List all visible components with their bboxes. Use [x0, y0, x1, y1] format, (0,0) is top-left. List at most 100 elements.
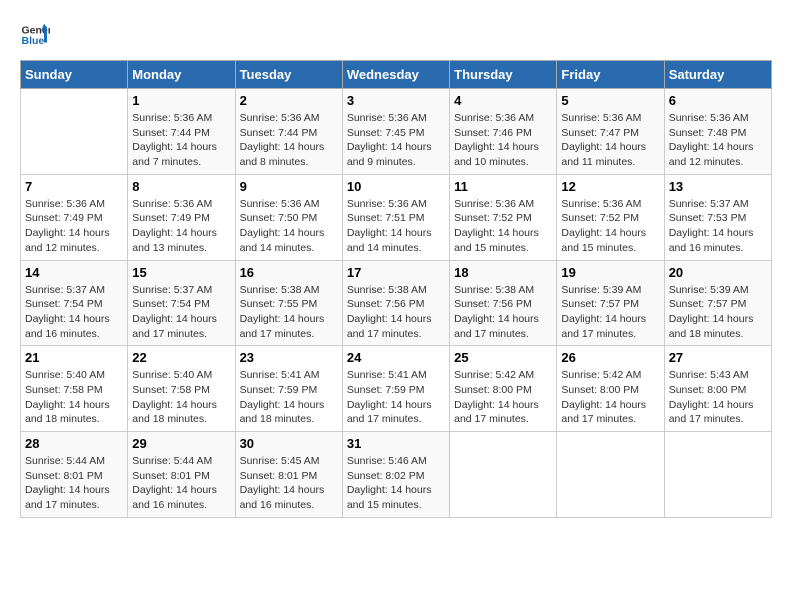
calendar-cell: 18 Sunrise: 5:38 AMSunset: 7:56 PMDayligh…	[450, 260, 557, 346]
calendar-cell: 21Sunrise: 5:40 AMSunset: 7:58 PMDayligh…	[21, 346, 128, 432]
calendar-cell: 19 Sunrise: 5:39 AMSunset: 7:57 PMDayligh…	[557, 260, 664, 346]
calendar-cell: 7 Sunrise: 5:36 AMSunset: 7:49 PMDaylight…	[21, 174, 128, 260]
calendar-cell: 4 Sunrise: 5:36 AMSunset: 7:46 PMDaylight…	[450, 89, 557, 175]
calendar-cell: 13 Sunrise: 5:37 AMSunset: 7:53 PMDayligh…	[664, 174, 771, 260]
day-number: 15	[132, 265, 230, 280]
weekday-header-friday: Friday	[557, 61, 664, 89]
calendar-cell: 14 Sunrise: 5:37 AMSunset: 7:54 PMDayligh…	[21, 260, 128, 346]
weekday-header-tuesday: Tuesday	[235, 61, 342, 89]
day-number: 26	[561, 350, 659, 365]
day-info: Sunrise: 5:39 AMSunset: 7:57 PMDaylight:…	[669, 283, 767, 342]
day-number: 14	[25, 265, 123, 280]
calendar-cell: 1 Sunrise: 5:36 AMSunset: 7:44 PMDaylight…	[128, 89, 235, 175]
calendar-cell: 23 Sunrise: 5:41 AMSunset: 7:59 PMDayligh…	[235, 346, 342, 432]
weekday-header-row: SundayMondayTuesdayWednesdayThursdayFrid…	[21, 61, 772, 89]
calendar-table: SundayMondayTuesdayWednesdayThursdayFrid…	[20, 60, 772, 518]
day-number: 6	[669, 93, 767, 108]
calendar-cell: 3 Sunrise: 5:36 AMSunset: 7:45 PMDaylight…	[342, 89, 449, 175]
day-number: 29	[132, 436, 230, 451]
weekday-header-monday: Monday	[128, 61, 235, 89]
day-number: 3	[347, 93, 445, 108]
calendar-cell: 8 Sunrise: 5:36 AMSunset: 7:49 PMDaylight…	[128, 174, 235, 260]
day-number: 24	[347, 350, 445, 365]
day-number: 13	[669, 179, 767, 194]
day-info: Sunrise: 5:36 AMSunset: 7:52 PMDaylight:…	[561, 197, 659, 256]
day-info: Sunrise: 5:37 AMSunset: 7:53 PMDaylight:…	[669, 197, 767, 256]
calendar-cell	[21, 89, 128, 175]
day-info: Sunrise: 5:40 AMSunset: 7:58 PMDaylight:…	[132, 368, 230, 427]
day-info: Sunrise: 5:37 AMSunset: 7:54 PMDaylight:…	[25, 283, 123, 342]
day-number: 1	[132, 93, 230, 108]
logo-icon: General Blue	[20, 20, 50, 50]
calendar-cell: 12 Sunrise: 5:36 AMSunset: 7:52 PMDayligh…	[557, 174, 664, 260]
calendar-cell: 17 Sunrise: 5:38 AMSunset: 7:56 PMDayligh…	[342, 260, 449, 346]
weekday-header-saturday: Saturday	[664, 61, 771, 89]
day-info: Sunrise: 5:36 AMSunset: 7:48 PMDaylight:…	[669, 111, 767, 170]
day-number: 5	[561, 93, 659, 108]
day-info: Sunrise: 5:36 AMSunset: 7:46 PMDaylight:…	[454, 111, 552, 170]
day-info: Sunrise: 5:36 AMSunset: 7:51 PMDaylight:…	[347, 197, 445, 256]
calendar-cell: 10 Sunrise: 5:36 AMSunset: 7:51 PMDayligh…	[342, 174, 449, 260]
day-number: 9	[240, 179, 338, 194]
day-number: 22	[132, 350, 230, 365]
day-number: 17	[347, 265, 445, 280]
calendar-cell: 28Sunrise: 5:44 AMSunset: 8:01 PMDayligh…	[21, 432, 128, 518]
day-number: 28	[25, 436, 123, 451]
calendar-body: 1 Sunrise: 5:36 AMSunset: 7:44 PMDaylight…	[21, 89, 772, 518]
calendar-header: SundayMondayTuesdayWednesdayThursdayFrid…	[21, 61, 772, 89]
day-number: 23	[240, 350, 338, 365]
calendar-cell: 25 Sunrise: 5:42 AMSunset: 8:00 PMDayligh…	[450, 346, 557, 432]
calendar-week-row: 1 Sunrise: 5:36 AMSunset: 7:44 PMDaylight…	[21, 89, 772, 175]
day-info: Sunrise: 5:39 AMSunset: 7:57 PMDaylight:…	[561, 283, 659, 342]
calendar-cell	[664, 432, 771, 518]
day-number: 7	[25, 179, 123, 194]
day-info: Sunrise: 5:36 AMSunset: 7:44 PMDaylight:…	[132, 111, 230, 170]
calendar-cell: 5 Sunrise: 5:36 AMSunset: 7:47 PMDaylight…	[557, 89, 664, 175]
day-info: Sunrise: 5:41 AMSunset: 7:59 PMDaylight:…	[347, 368, 445, 427]
day-info: Sunrise: 5:38 AMSunset: 7:56 PMDaylight:…	[347, 283, 445, 342]
day-number: 31	[347, 436, 445, 451]
day-info: Sunrise: 5:38 AMSunset: 7:56 PMDaylight:…	[454, 283, 552, 342]
day-info: Sunrise: 5:42 AMSunset: 8:00 PMDaylight:…	[454, 368, 552, 427]
calendar-cell: 26 Sunrise: 5:42 AMSunset: 8:00 PMDayligh…	[557, 346, 664, 432]
calendar-cell: 31Sunrise: 5:46 AMSunset: 8:02 PMDayligh…	[342, 432, 449, 518]
day-info: Sunrise: 5:36 AMSunset: 7:45 PMDaylight:…	[347, 111, 445, 170]
day-info: Sunrise: 5:36 AMSunset: 7:44 PMDaylight:…	[240, 111, 338, 170]
calendar-week-row: 14 Sunrise: 5:37 AMSunset: 7:54 PMDayligh…	[21, 260, 772, 346]
day-number: 25	[454, 350, 552, 365]
calendar-cell: 16Sunrise: 5:38 AMSunset: 7:55 PMDayligh…	[235, 260, 342, 346]
day-number: 19	[561, 265, 659, 280]
weekday-header-wednesday: Wednesday	[342, 61, 449, 89]
calendar-week-row: 28Sunrise: 5:44 AMSunset: 8:01 PMDayligh…	[21, 432, 772, 518]
day-number: 8	[132, 179, 230, 194]
day-number: 12	[561, 179, 659, 194]
day-number: 11	[454, 179, 552, 194]
page-header: General Blue	[20, 20, 772, 50]
day-number: 10	[347, 179, 445, 194]
day-info: Sunrise: 5:36 AMSunset: 7:47 PMDaylight:…	[561, 111, 659, 170]
calendar-cell: 27 Sunrise: 5:43 AMSunset: 8:00 PMDayligh…	[664, 346, 771, 432]
calendar-cell: 11Sunrise: 5:36 AMSunset: 7:52 PMDayligh…	[450, 174, 557, 260]
day-number: 2	[240, 93, 338, 108]
day-info: Sunrise: 5:37 AMSunset: 7:54 PMDaylight:…	[132, 283, 230, 342]
day-info: Sunrise: 5:45 AMSunset: 8:01 PMDaylight:…	[240, 454, 338, 513]
day-info: Sunrise: 5:36 AMSunset: 7:49 PMDaylight:…	[25, 197, 123, 256]
calendar-week-row: 21Sunrise: 5:40 AMSunset: 7:58 PMDayligh…	[21, 346, 772, 432]
day-info: Sunrise: 5:41 AMSunset: 7:59 PMDaylight:…	[240, 368, 338, 427]
calendar-cell: 22 Sunrise: 5:40 AMSunset: 7:58 PMDayligh…	[128, 346, 235, 432]
day-info: Sunrise: 5:36 AMSunset: 7:49 PMDaylight:…	[132, 197, 230, 256]
day-number: 18	[454, 265, 552, 280]
day-info: Sunrise: 5:36 AMSunset: 7:50 PMDaylight:…	[240, 197, 338, 256]
day-number: 27	[669, 350, 767, 365]
day-info: Sunrise: 5:38 AMSunset: 7:55 PMDaylight:…	[240, 283, 338, 342]
calendar-week-row: 7 Sunrise: 5:36 AMSunset: 7:49 PMDaylight…	[21, 174, 772, 260]
day-number: 4	[454, 93, 552, 108]
day-info: Sunrise: 5:43 AMSunset: 8:00 PMDaylight:…	[669, 368, 767, 427]
calendar-cell: 9 Sunrise: 5:36 AMSunset: 7:50 PMDaylight…	[235, 174, 342, 260]
calendar-cell: 20Sunrise: 5:39 AMSunset: 7:57 PMDayligh…	[664, 260, 771, 346]
day-info: Sunrise: 5:42 AMSunset: 8:00 PMDaylight:…	[561, 368, 659, 427]
calendar-cell: 2 Sunrise: 5:36 AMSunset: 7:44 PMDaylight…	[235, 89, 342, 175]
calendar-cell: 29Sunrise: 5:44 AMSunset: 8:01 PMDayligh…	[128, 432, 235, 518]
svg-text:Blue: Blue	[22, 35, 45, 47]
calendar-cell	[557, 432, 664, 518]
